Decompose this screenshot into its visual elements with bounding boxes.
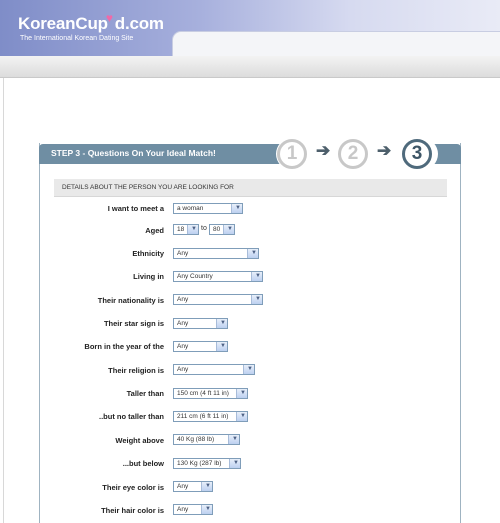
nationality-label: Their nationality is bbox=[97, 296, 164, 305]
eye-color-select[interactable]: Any ▼ bbox=[173, 481, 213, 492]
ethnicity-select[interactable]: Any ▼ bbox=[173, 248, 259, 259]
heart-icon: ♥ bbox=[105, 11, 113, 25]
taller-than-label: Taller than bbox=[126, 389, 164, 398]
hair-color-label: Their hair color is bbox=[101, 506, 164, 515]
step-circle-1: 1 bbox=[277, 139, 307, 169]
site-logo[interactable]: KoreanCup♥ d.com bbox=[18, 11, 164, 34]
arrow-right-icon: ➔ bbox=[377, 141, 392, 160]
taller-than-select[interactable]: 150 cm (4 ft 11 in) ▼ bbox=[173, 388, 248, 399]
aged-label: Aged bbox=[145, 226, 164, 235]
age-separator: to bbox=[201, 225, 207, 232]
ethnicity-label: Ethnicity bbox=[132, 249, 164, 258]
weight-below-label: ...but below bbox=[122, 459, 164, 468]
weight-below-select[interactable]: 130 Kg (287 lb) ▼ bbox=[173, 458, 241, 469]
no-taller-than-label: ..but no taller than bbox=[99, 412, 164, 421]
chevron-down-icon: ▼ bbox=[220, 343, 226, 349]
eye-color-label: Their eye color is bbox=[102, 483, 164, 492]
living-in-select[interactable]: Any Country ▼ bbox=[173, 271, 263, 282]
weight-above-select[interactable]: 40 Kg (88 lb) ▼ bbox=[173, 434, 240, 445]
site-tagline: The International Korean Dating Site bbox=[20, 35, 134, 42]
chevron-down-icon: ▼ bbox=[255, 273, 261, 279]
arrow-right-icon: ➔ bbox=[316, 141, 331, 160]
step-title: STEP 3 - Questions On Your Ideal Match! bbox=[51, 148, 216, 158]
no-taller-than-select[interactable]: 211 cm (6 ft 11 in) ▼ bbox=[173, 411, 248, 422]
weight-above-label: Weight above bbox=[115, 436, 164, 445]
navigation-bar bbox=[0, 56, 500, 78]
chevron-down-icon: ▼ bbox=[232, 436, 238, 442]
step-circle-3: 3 bbox=[402, 139, 432, 169]
chevron-down-icon: ▼ bbox=[247, 366, 253, 372]
chevron-down-icon: ▼ bbox=[240, 390, 246, 396]
chevron-down-icon: ▼ bbox=[205, 506, 211, 512]
chevron-down-icon: ▼ bbox=[205, 483, 211, 489]
star-sign-select[interactable]: Any ▼ bbox=[173, 318, 228, 329]
chevron-down-icon: ▼ bbox=[235, 205, 241, 211]
born-year-select[interactable]: Any ▼ bbox=[173, 341, 228, 352]
meet-select[interactable]: a woman ▼ bbox=[173, 203, 243, 214]
meet-label: I want to meet a bbox=[107, 204, 164, 213]
chevron-down-icon: ▼ bbox=[191, 226, 197, 232]
religion-label: Their religion is bbox=[108, 366, 164, 375]
age-from-select[interactable]: 18 ▼ bbox=[173, 224, 199, 235]
section-heading: DETAILS ABOUT THE PERSON YOU ARE LOOKING… bbox=[62, 184, 234, 191]
header-search-bar[interactable] bbox=[172, 31, 500, 56]
nationality-select[interactable]: Any ▼ bbox=[173, 294, 263, 305]
chevron-down-icon: ▼ bbox=[255, 296, 261, 302]
religion-select[interactable]: Any ▼ bbox=[173, 364, 255, 375]
chevron-down-icon: ▼ bbox=[240, 413, 246, 419]
star-sign-label: Their star sign is bbox=[103, 319, 164, 328]
step-circle-2: 2 bbox=[338, 139, 368, 169]
chevron-down-icon: ▼ bbox=[220, 320, 226, 326]
chevron-down-icon: ▼ bbox=[251, 250, 257, 256]
chevron-down-icon: ▼ bbox=[227, 226, 233, 232]
chevron-down-icon: ▼ bbox=[233, 460, 239, 466]
living-in-label: Living in bbox=[133, 272, 164, 281]
age-to-select[interactable]: 80 ▼ bbox=[209, 224, 235, 235]
hair-color-select[interactable]: Any ▼ bbox=[173, 504, 213, 515]
born-year-label: Born in the year of the bbox=[84, 342, 164, 351]
